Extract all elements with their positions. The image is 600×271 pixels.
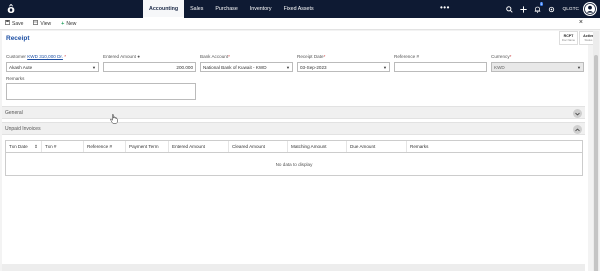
view-label: View xyxy=(40,20,52,27)
section-unpaid-invoices[interactable]: Unpaid Invoices xyxy=(2,122,585,135)
view-list-icon xyxy=(33,20,39,27)
customer-label: Customer KWD 310,000 Dr. * xyxy=(6,54,67,59)
info-icon: ● xyxy=(137,54,141,59)
section-general-title: General xyxy=(5,109,23,116)
new-button[interactable]: + New xyxy=(56,18,81,30)
grid-empty-message: No data to display xyxy=(275,161,313,167)
receipt-date-label: Receipt Date* xyxy=(297,54,326,59)
chevron-down-icon: ▼ xyxy=(286,65,290,70)
page-title: Receipt xyxy=(6,35,30,42)
menu-purchase[interactable]: Purchase xyxy=(209,0,243,18)
currency-label: Currency* xyxy=(491,54,512,59)
user-avatar[interactable] xyxy=(583,2,597,16)
column-txn-date[interactable]: Txn Date ⇕ xyxy=(6,141,42,152)
section-general[interactable]: General xyxy=(2,106,585,119)
column-txn-number[interactable]: Txn # xyxy=(42,141,84,152)
customer-balance-link[interactable]: KWD 310,000 Dr. xyxy=(27,54,63,59)
search-icon[interactable] xyxy=(502,0,516,18)
settings-gear-icon[interactable] xyxy=(544,0,558,18)
bank-account-label: Bank Account* xyxy=(200,54,230,59)
bottom-section-strip xyxy=(2,264,585,271)
chevron-down-icon[interactable] xyxy=(573,109,582,118)
section-unpaid-invoices-title: Unpaid Invoices xyxy=(5,125,41,132)
chevron-down-icon: ▼ xyxy=(92,65,96,70)
receipt-date-picker[interactable]: 03-Sep-2023 ▼ xyxy=(297,62,390,72)
column-reference[interactable]: Reference # xyxy=(84,141,126,152)
menu-inventory[interactable]: Inventory xyxy=(244,0,278,18)
customer-select[interactable]: Akash Aute ▼ xyxy=(6,62,99,72)
add-icon[interactable] xyxy=(516,0,530,18)
side-tab-doc-name[interactable]: RCPT Doc Name xyxy=(559,31,578,45)
unpaid-invoices-grid: Txn Date ⇕ Txn # Reference # Payment Ter… xyxy=(5,140,583,176)
menu-sales[interactable]: Sales xyxy=(184,0,209,18)
remarks-textarea[interactable] xyxy=(6,83,196,100)
entered-amount-input[interactable]: 200.000 xyxy=(103,62,196,72)
save-label: Save xyxy=(12,20,24,27)
reference-input[interactable] xyxy=(394,62,487,72)
chevron-down-icon: ▼ xyxy=(383,65,387,70)
column-entered-amount[interactable]: Entered Amount xyxy=(169,141,229,152)
menu-accounting[interactable]: Accounting xyxy=(143,0,185,18)
company-code[interactable]: QLGTC xyxy=(558,7,583,12)
sort-icon[interactable]: ⇕ xyxy=(34,144,38,150)
close-icon[interactable]: × xyxy=(579,19,583,26)
column-matching-amount[interactable]: Matching Amount xyxy=(288,141,347,152)
grid-header-row: Txn Date ⇕ Txn # Reference # Payment Ter… xyxy=(6,141,582,153)
column-remarks[interactable]: Remarks xyxy=(407,141,582,152)
vertical-scrollbar[interactable] xyxy=(593,31,599,271)
column-payment-term[interactable]: Payment Term xyxy=(126,141,169,152)
chevron-up-icon[interactable] xyxy=(573,125,582,134)
notification-badge: 1 xyxy=(539,2,544,6)
column-cleared-amount[interactable]: Cleared Amount xyxy=(229,141,288,152)
scrollbar-thumb[interactable] xyxy=(594,55,598,271)
entered-amount-label: Entered Amount ● xyxy=(103,54,141,59)
new-label: New xyxy=(66,20,77,27)
bank-account-select[interactable]: National Bank of Kuwait - KWD ▼ xyxy=(200,62,293,72)
save-icon xyxy=(5,20,10,27)
main-menu: Accounting Sales Purchase Inventory Fixe… xyxy=(143,0,320,18)
reference-label: Reference # xyxy=(394,54,420,59)
save-button[interactable]: Save xyxy=(0,18,28,30)
hand-cursor-icon xyxy=(110,114,118,126)
plus-icon: + xyxy=(61,20,65,27)
menu-fixed-assets[interactable]: Fixed Assets xyxy=(278,0,320,18)
remarks-label: Remarks xyxy=(6,76,25,81)
app-logo[interactable]: ô xyxy=(0,0,22,18)
column-due-amount[interactable]: Due Amount xyxy=(347,141,407,152)
more-menu-icon[interactable]: ••• xyxy=(440,3,450,12)
toolbar: Save View + New × xyxy=(0,18,600,30)
top-nav: ô Accounting Sales Purchase Inventory Fi… xyxy=(0,0,600,18)
notification-bell-icon[interactable]: 1 xyxy=(530,0,544,18)
view-button[interactable]: View xyxy=(28,18,56,30)
